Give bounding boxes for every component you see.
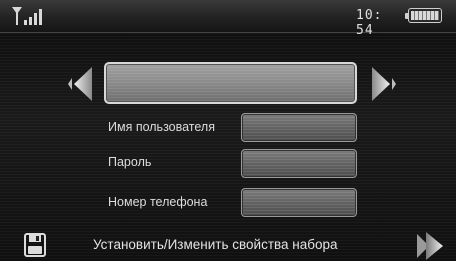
password-field[interactable]	[241, 149, 357, 178]
arrow-right-icon[interactable]	[372, 67, 396, 101]
dialup-settings-screen: 10: 54 Имя пользователя Пароль Номер тел…	[0, 0, 456, 261]
password-label: Пароль	[108, 155, 152, 169]
phone-field[interactable]	[241, 188, 357, 217]
status-bar: 10: 54	[0, 0, 456, 38]
floppy-disk-icon[interactable]	[24, 233, 46, 257]
setup-title: Установить/Изменить свойства набора	[93, 237, 338, 252]
phone-label: Номер телефона	[108, 195, 208, 209]
signal-icon	[12, 7, 46, 25]
username-label: Имя пользователя	[108, 120, 215, 134]
arrow-left-icon[interactable]	[68, 67, 92, 101]
profile-selector[interactable]	[104, 62, 357, 104]
double-arrow-right-icon[interactable]	[417, 232, 443, 260]
bottom-bar: Установить/Изменить свойства набора	[0, 228, 456, 261]
battery-icon	[405, 8, 442, 23]
username-field[interactable]	[241, 113, 357, 142]
clock: 10: 54	[356, 8, 383, 38]
